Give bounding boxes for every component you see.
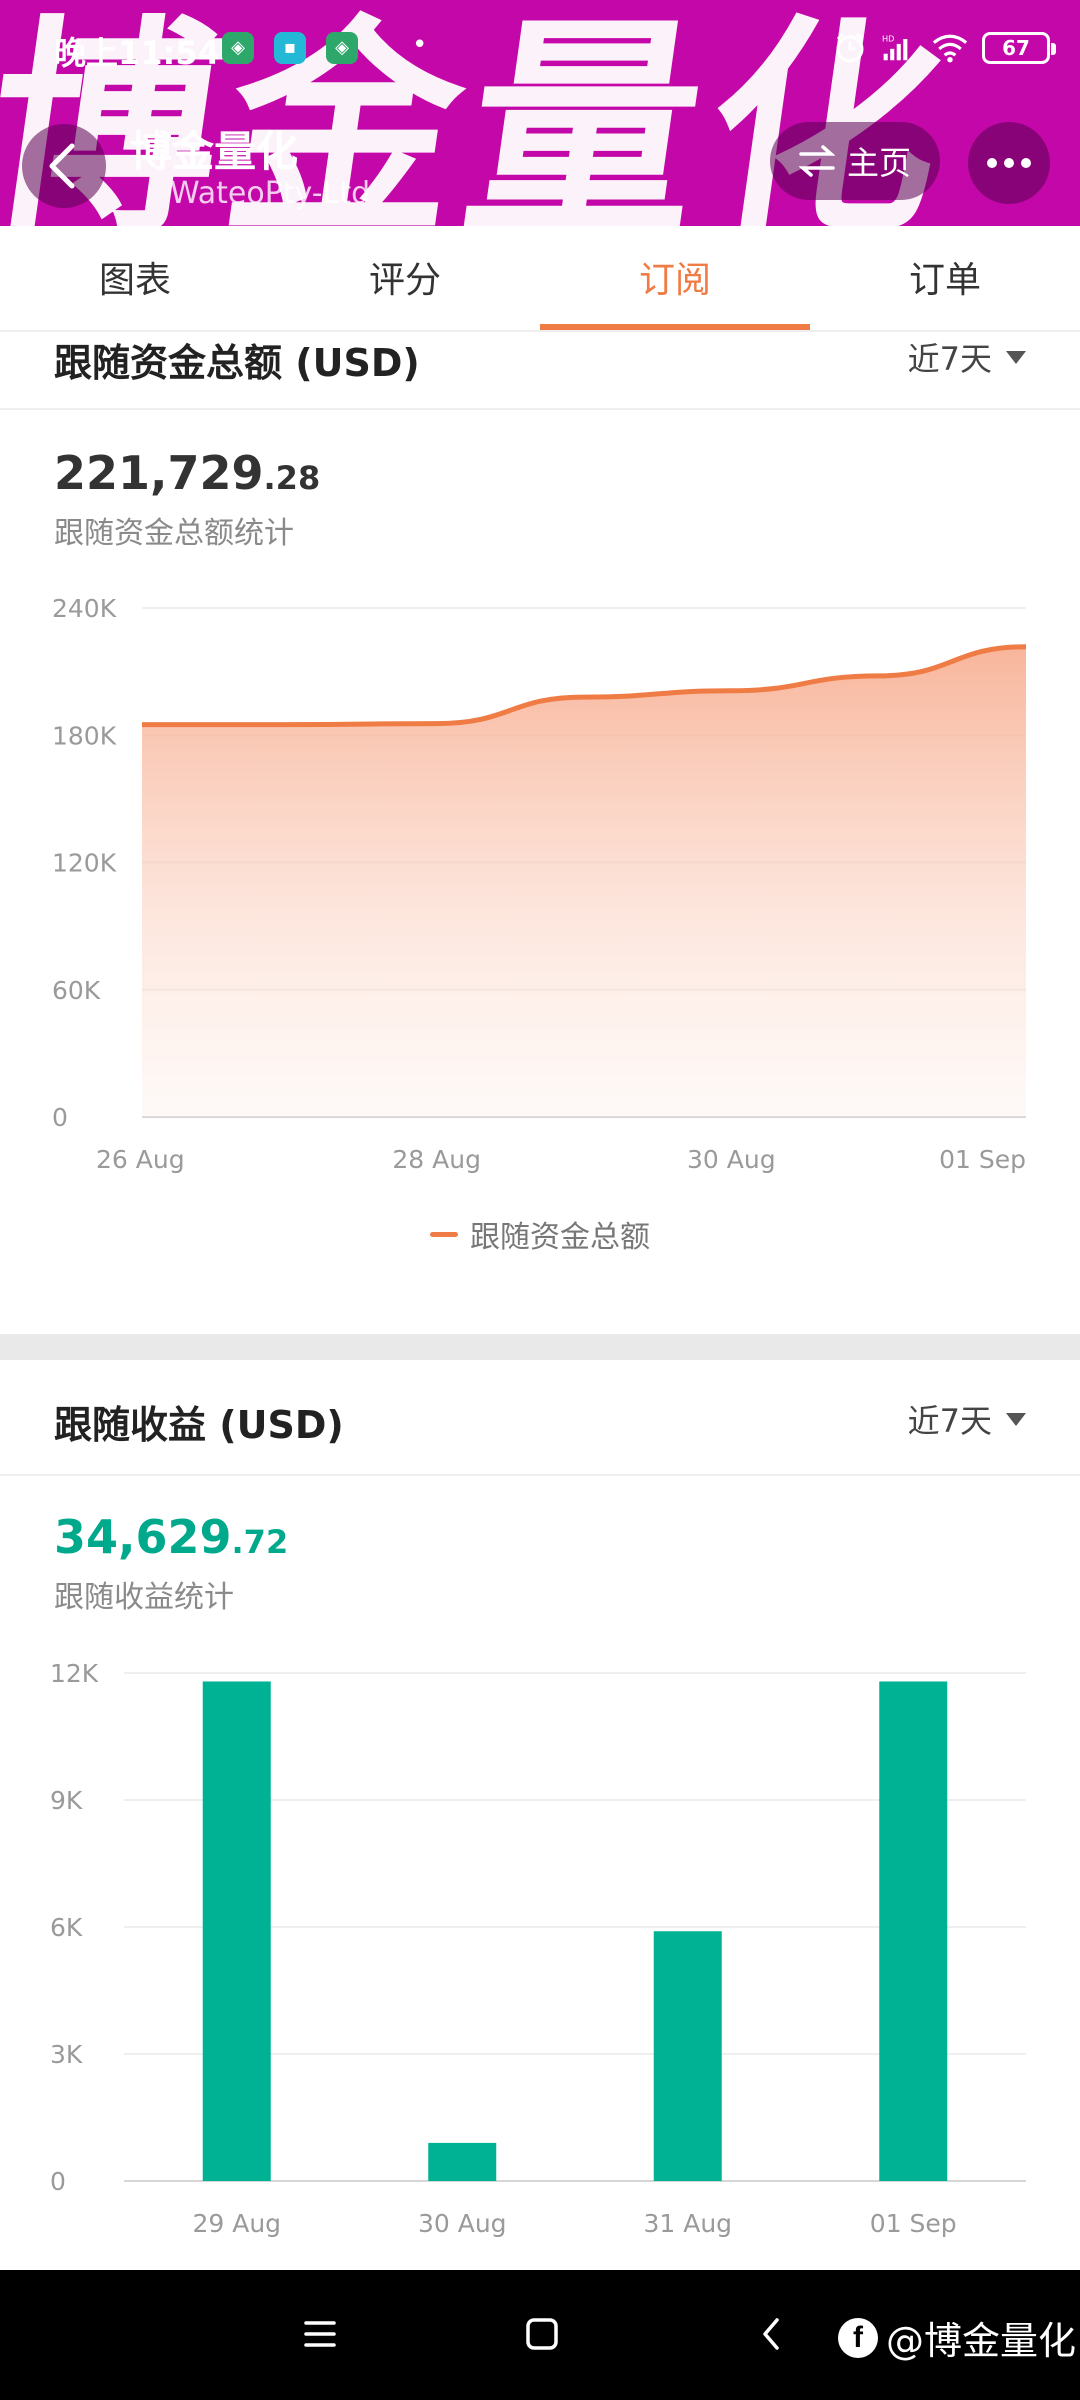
home-nav-button[interactable]: [512, 2304, 572, 2364]
follow-funds-value: 221,729.28: [54, 446, 321, 500]
range-label: 近7天: [907, 340, 992, 378]
follow-profit-value: 34,629.72: [54, 1510, 289, 1564]
brand-label: @博金量化: [886, 2319, 1077, 2363]
shield-icon: ◈: [326, 32, 358, 64]
x-tick-label: 01 Sep: [939, 1145, 1026, 1174]
menu-icon: [304, 2321, 336, 2347]
tab-chart[interactable]: 图表: [0, 226, 270, 330]
x-tick-label: 28 Aug: [392, 1145, 481, 1174]
more-dots-icon: [987, 158, 997, 168]
x-tick-label: 30 Aug: [687, 1145, 776, 1174]
more-notifications-dot-icon: •: [412, 30, 428, 60]
wifi-icon: [932, 30, 968, 66]
y-tick-label: 9K: [50, 1786, 83, 1815]
x-tick-label: 29 Aug: [192, 2209, 281, 2238]
home-label: 主页: [846, 144, 911, 182]
chart-legend: 跟随资金总额: [0, 1212, 1080, 1256]
home-button[interactable]: 主页: [770, 122, 940, 200]
section-divider: [0, 1334, 1080, 1360]
more-options-button[interactable]: [968, 122, 1050, 204]
y-tick-label: 6K: [50, 1913, 83, 1942]
follow-funds-range-select[interactable]: 近7天: [908, 334, 1026, 380]
x-tick-label: 01 Sep: [870, 2209, 957, 2238]
tab-bar: 图表 评分 订阅 订单: [0, 226, 1080, 332]
legend-label: 跟随资金总额: [470, 1220, 650, 1255]
y-tick-label: 180K: [52, 721, 117, 750]
follow-funds-title: 跟随资金总额 (USD): [54, 341, 420, 385]
y-tick-label: 3K: [50, 2040, 83, 2069]
y-tick-label: 120K: [52, 849, 117, 878]
follow-profit-range-select[interactable]: 近7天: [908, 1396, 1026, 1442]
tab-rating[interactable]: 评分: [270, 226, 540, 330]
status-bar: 晚上11:54 ◈ ▪ ◈ • HD 67: [0, 0, 1080, 96]
alarm-icon: [832, 30, 868, 66]
brand-tag: f @博金量化: [838, 2310, 1076, 2365]
menu-button[interactable]: [290, 2304, 350, 2364]
square-icon: [526, 2318, 558, 2350]
hd-label: HD: [882, 33, 894, 43]
legend-swatch: [430, 1231, 458, 1237]
page-title: 博金量化: [130, 127, 299, 176]
y-tick-label: 240K: [52, 594, 117, 623]
status-time: 晚上11:54: [54, 34, 220, 72]
chevron-left-icon: [763, 2318, 779, 2350]
page-subtitle: WateoPty-Ltd: [170, 176, 371, 211]
follow-profit-chart: 0 3K 6K 9K 12K 29 Aug 30 Aug 31 Aug 01 Sep: [50, 1659, 1026, 2238]
x-tick-label: 31 Aug: [643, 2209, 732, 2238]
shield-icon: ◈: [222, 32, 254, 64]
y-tick-label: 0: [52, 1103, 68, 1132]
app-header: 博金量化 晚上11:54 ◈ ▪ ◈ • HD 67 博金量化 WateoPty…: [0, 0, 1080, 226]
back-nav-button[interactable]: [742, 2304, 802, 2364]
follow-profit-caption: 跟随收益统计: [54, 1580, 234, 1615]
tab-orders[interactable]: 订单: [810, 226, 1080, 330]
system-navigation-bar: f @博金量化: [0, 2270, 1080, 2400]
back-button[interactable]: [22, 124, 106, 208]
battery-indicator: 67: [982, 32, 1056, 64]
swap-icon: [798, 145, 835, 177]
y-tick-label: 12K: [50, 1659, 99, 1688]
range-label: 近7天: [907, 1402, 992, 1440]
facebook-icon: f: [838, 2317, 878, 2358]
bar: [428, 2142, 497, 2181]
tab-subscription[interactable]: 订阅: [540, 226, 810, 330]
area-fill: [142, 646, 1026, 1117]
follow-profit-title: 跟随收益 (USD): [54, 1403, 344, 1447]
follow-funds-chart: 0 60K 120K 180K 240K 26 Aug 28 Aug 30 Aug 01 Sep: [52, 594, 1027, 1174]
bar: [202, 1681, 271, 2181]
dropdown-arrow-icon: [1006, 1412, 1026, 1426]
chevron-left-icon: [49, 143, 75, 189]
x-tick-label: 26 Aug: [96, 1145, 185, 1174]
x-tick-label: 30 Aug: [418, 2209, 507, 2238]
follow-funds-header: 跟随资金总额 (USD) 近7天: [0, 332, 1080, 410]
bar: [879, 1681, 948, 2181]
bar: [653, 1931, 722, 2181]
dropdown-arrow-icon: [1006, 350, 1026, 364]
follow-profit-header: 跟随收益 (USD) 近7天: [0, 1380, 1080, 1476]
follow-funds-caption: 跟随资金总额统计: [54, 516, 294, 551]
message-icon: ▪: [274, 32, 306, 64]
signal-icon: HD: [882, 30, 918, 66]
y-tick-label: 60K: [52, 976, 101, 1005]
y-tick-label: 0: [50, 2167, 66, 2196]
